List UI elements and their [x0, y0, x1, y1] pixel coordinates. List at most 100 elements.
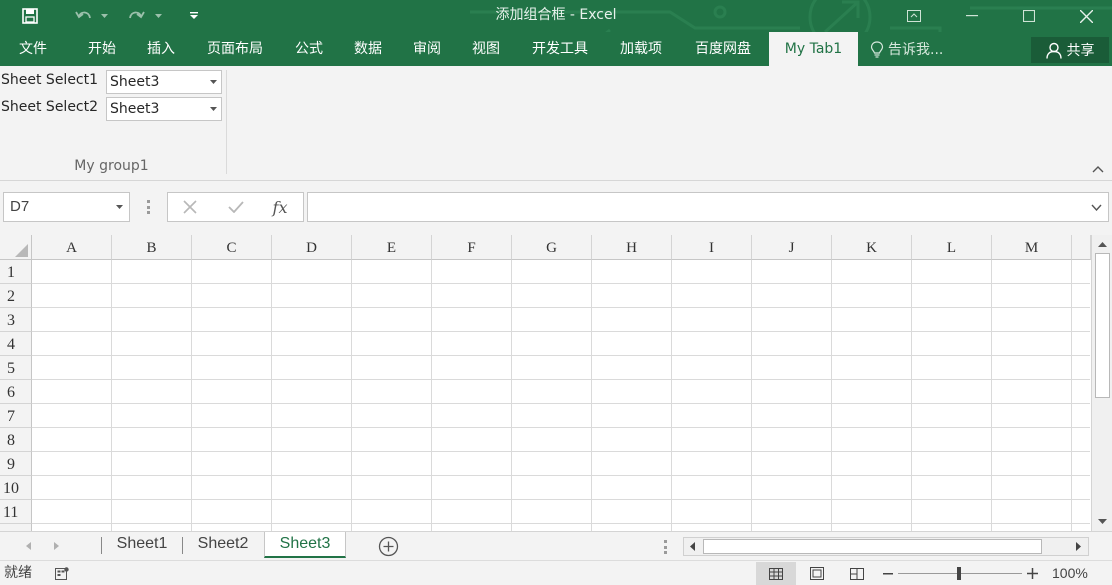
vertical-scroll-thumb[interactable]: [1095, 253, 1110, 398]
maximize-icon[interactable]: [1006, 0, 1052, 32]
redo-icon[interactable]: [124, 0, 148, 32]
insert-function-icon: fx: [272, 197, 288, 217]
chevron-down-icon[interactable]: [209, 98, 218, 120]
row-header[interactable]: 4: [0, 332, 32, 356]
sheet-tab[interactable]: Sheet1: [102, 532, 182, 558]
expand-formula-bar-icon[interactable]: [1091, 193, 1102, 221]
scroll-left-icon[interactable]: [685, 539, 700, 554]
zoom-level[interactable]: 100%: [1052, 561, 1088, 585]
horizontal-scrollbar[interactable]: [683, 537, 1089, 556]
scroll-up-icon[interactable]: [1094, 237, 1111, 252]
previous-sheet-icon[interactable]: [21, 538, 35, 554]
column-header[interactable]: K: [832, 235, 912, 260]
column-header[interactable]: G: [512, 235, 592, 260]
tab-add-ins[interactable]: 加载项: [610, 32, 672, 66]
sheet-select2-label: Sheet Select2: [1, 99, 99, 115]
sheet-tab[interactable]: Sheet2: [183, 532, 263, 558]
row-header[interactable]: 2: [0, 284, 32, 308]
title-bar: 添加组合框 - Excel: [0, 0, 1112, 66]
lightbulb-icon: [870, 40, 884, 58]
zoom-out-icon[interactable]: [880, 561, 896, 585]
chevron-down-icon[interactable]: [116, 193, 123, 221]
column-header[interactable]: F: [432, 235, 512, 260]
sheet-select1-label: Sheet Select1: [1, 72, 99, 88]
worksheet-grid: A B C D E F G H I J K L M 1 2 3 4 5 6 7 …: [0, 235, 1112, 531]
scroll-down-icon[interactable]: [1094, 514, 1111, 529]
tab-baidu-netdisk[interactable]: 百度网盘: [684, 32, 762, 66]
formula-buttons: fx: [167, 192, 304, 222]
close-icon[interactable]: [1063, 0, 1109, 32]
chevron-down-icon[interactable]: [209, 71, 218, 93]
vertical-scrollbar[interactable]: [1091, 235, 1112, 531]
tab-split-handle-icon[interactable]: [664, 540, 667, 554]
next-sheet-icon[interactable]: [49, 538, 63, 554]
save-icon[interactable]: [18, 0, 42, 32]
column-header[interactable]: C: [192, 235, 272, 260]
row-header[interactable]: 9: [0, 452, 32, 476]
tab-review[interactable]: 审阅: [403, 32, 451, 66]
undo-icon[interactable]: [72, 0, 96, 32]
tab-data[interactable]: 数据: [344, 32, 392, 66]
tab-page-layout[interactable]: 页面布局: [196, 32, 274, 66]
cancel-icon[interactable]: [174, 193, 206, 221]
row-header[interactable]: 5: [0, 356, 32, 380]
name-box-value: D7: [10, 198, 30, 215]
zoom-in-icon[interactable]: [1024, 561, 1040, 585]
macro-recording-icon[interactable]: [55, 567, 69, 580]
column-header[interactable]: M: [992, 235, 1072, 260]
sheet-select2-value: Sheet3: [110, 101, 160, 117]
row-header[interactable]: 7: [0, 404, 32, 428]
resize-handle-icon[interactable]: [146, 200, 150, 214]
tab-insert[interactable]: 插入: [136, 32, 186, 66]
row-header[interactable]: 6: [0, 380, 32, 404]
column-header-partial[interactable]: [1072, 235, 1091, 260]
select-all-button[interactable]: [0, 235, 32, 260]
column-header[interactable]: E: [352, 235, 432, 260]
sheet-tab-active[interactable]: Sheet3: [264, 532, 346, 558]
tell-me-search[interactable]: 告诉我...: [870, 32, 943, 66]
column-header[interactable]: J: [752, 235, 832, 260]
row-header[interactable]: 1: [0, 260, 32, 284]
page-break-preview-icon[interactable]: [837, 562, 877, 585]
name-box[interactable]: D7: [3, 192, 130, 222]
ribbon-display-options-icon[interactable]: [891, 0, 937, 32]
tab-file[interactable]: 文件: [8, 32, 58, 66]
normal-view-icon[interactable]: [756, 562, 796, 585]
column-header[interactable]: I: [672, 235, 752, 260]
add-sheet-icon[interactable]: [378, 536, 399, 557]
horizontal-scroll-thumb[interactable]: [703, 539, 1042, 554]
tab-developer[interactable]: 开发工具: [522, 32, 598, 66]
page-layout-view-icon[interactable]: [797, 562, 837, 585]
share-button[interactable]: 共享: [1031, 37, 1109, 63]
customize-quick-access-icon[interactable]: [186, 0, 202, 32]
sheet-tab-bar: Sheet1 Sheet2 Sheet3: [0, 531, 1112, 560]
row-header[interactable]: 8: [0, 428, 32, 452]
row-header[interactable]: 3: [0, 308, 32, 332]
undo-dropdown-icon[interactable]: [98, 0, 110, 32]
sheet-select1-combobox[interactable]: Sheet3: [106, 70, 222, 94]
tell-me-label: 告诉我...: [888, 42, 944, 58]
row-header[interactable]: 10: [0, 476, 32, 500]
tab-view[interactable]: 视图: [462, 32, 510, 66]
tab-my-tab1[interactable]: My Tab1: [769, 32, 858, 66]
formula-input[interactable]: [307, 192, 1109, 222]
tab-formulas[interactable]: 公式: [285, 32, 333, 66]
tab-home[interactable]: 开始: [76, 32, 128, 66]
collapse-ribbon-icon[interactable]: [1092, 162, 1104, 173]
minimize-icon[interactable]: [949, 0, 995, 32]
enter-check-icon[interactable]: [220, 193, 252, 221]
column-header[interactable]: L: [912, 235, 992, 260]
column-header[interactable]: D: [272, 235, 352, 260]
column-header[interactable]: A: [32, 235, 112, 260]
redo-dropdown-icon[interactable]: [152, 0, 164, 32]
scroll-right-icon[interactable]: [1071, 539, 1086, 554]
column-header[interactable]: H: [592, 235, 672, 260]
insert-function-button[interactable]: fx: [264, 193, 296, 221]
cell-area[interactable]: [32, 260, 1090, 531]
sheet-select2-combobox[interactable]: Sheet3: [106, 97, 222, 121]
row-header-partial[interactable]: [0, 524, 32, 531]
row-header[interactable]: 11: [0, 500, 32, 524]
zoom-slider-thumb[interactable]: [957, 567, 961, 580]
person-icon: [1045, 42, 1062, 59]
column-header[interactable]: B: [112, 235, 192, 260]
